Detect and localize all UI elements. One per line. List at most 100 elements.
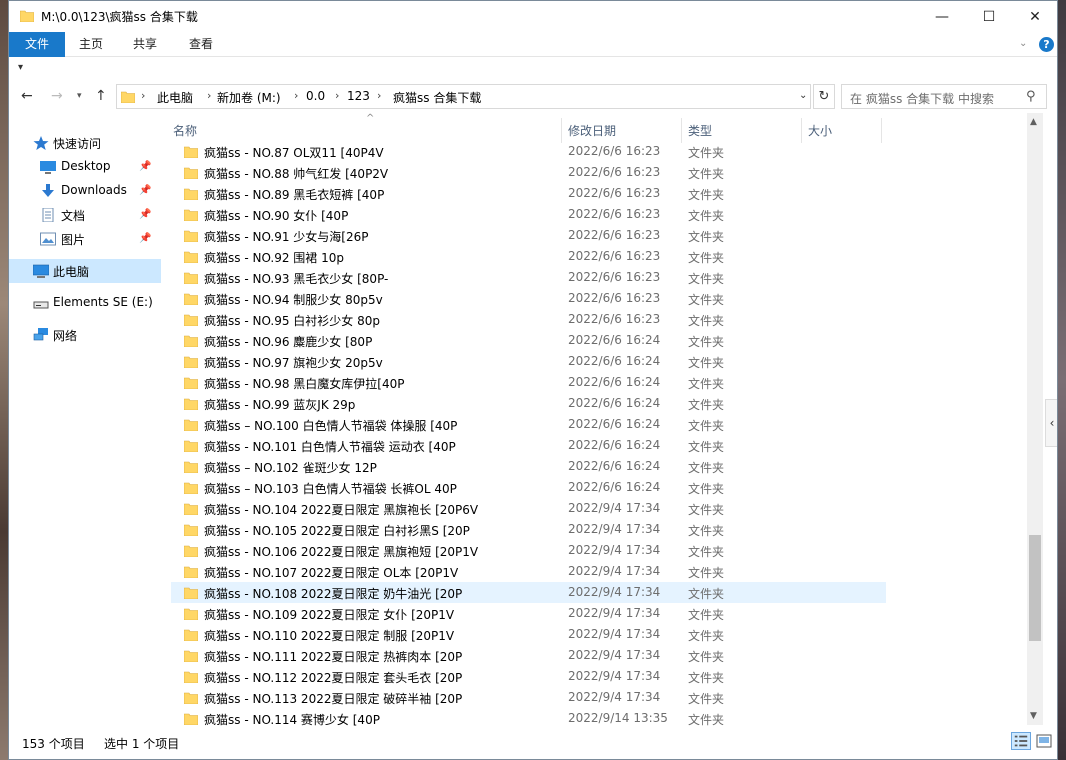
sidebar-item-desktop[interactable]: Desktop 📌 xyxy=(9,155,161,179)
folder-icon xyxy=(183,166,199,180)
table-row[interactable]: 疯猫ss - NO.90 女仆 [40P 2022/6/6 16:23 文件夹 xyxy=(171,204,886,225)
column-header-date[interactable]: 修改日期 xyxy=(568,122,616,139)
sidebar-item-quick-access[interactable]: 快速访问 xyxy=(9,131,161,155)
file-name: 疯猫ss - NO.92 围裙 10p xyxy=(204,251,344,265)
file-date: 2022/6/6 16:24 xyxy=(568,396,661,410)
document-icon xyxy=(42,208,54,222)
file-type: 文件夹 xyxy=(688,629,725,643)
table-row[interactable]: 疯猫ss - NO.114 赛博少女 [40P 2022/9/14 13:35 文件… xyxy=(171,708,886,729)
scroll-down-arrow-icon[interactable]: ▼ xyxy=(1030,711,1037,721)
column-divider[interactable] xyxy=(881,118,882,143)
breadcrumb-drive-m[interactable]: 新加卷 (M:) xyxy=(217,89,281,106)
minimize-button[interactable]: — xyxy=(919,1,965,32)
star-icon xyxy=(33,136,49,150)
file-name: 疯猫ss - NO.104 2022夏日限定 黑旗袍长 [20P6V xyxy=(204,503,479,517)
folder-icon xyxy=(183,460,199,474)
refresh-button[interactable]: ↻ xyxy=(813,84,835,109)
table-row[interactable]: 疯猫ss - NO.105 2022夏日限定 白衬衫黑S [20P 2022/9/… xyxy=(171,519,886,540)
breadcrumb-this-pc[interactable]: 此电脑 xyxy=(157,89,193,106)
sidebar-item-documents[interactable]: 文档 📌 xyxy=(9,203,161,227)
column-header-type[interactable]: 类型 xyxy=(688,122,712,139)
pin-icon[interactable]: 📌 xyxy=(139,209,151,220)
table-row[interactable]: 疯猫ss - NO.108 2022夏日限定 奶牛油光 [20P 2022/9/4… xyxy=(171,582,886,603)
breadcrumb-separator-icon[interactable]: › xyxy=(141,89,145,102)
breadcrumb-separator-icon[interactable]: › xyxy=(207,89,211,102)
tab-view[interactable]: 查看 xyxy=(173,32,229,57)
tab-file[interactable]: 文件 xyxy=(9,32,65,57)
up-arrow-icon[interactable]: ↑ xyxy=(95,88,107,104)
help-button[interactable]: ? xyxy=(1039,37,1054,52)
table-row[interactable]: 疯猫ss - NO.96 麋鹿少女 [80P 2022/6/6 16:24 文件夹 xyxy=(171,330,886,351)
sidebar-item-this-pc[interactable]: 此电脑 xyxy=(9,259,161,283)
column-header-name[interactable]: 名称 xyxy=(173,122,197,139)
breadcrumb-0-0[interactable]: 0.0 xyxy=(306,89,325,103)
pin-icon[interactable]: 📌 xyxy=(139,185,151,196)
maximize-button[interactable]: ☐ xyxy=(966,1,1012,32)
breadcrumb-123[interactable]: 123 xyxy=(347,89,370,103)
table-row[interactable]: 疯猫ss - NO.109 2022夏日限定 女仆 [20P1V 2022/9/4… xyxy=(171,603,886,624)
table-row[interactable]: 疯猫ss - NO.97 旗袍少女 20p5v 2022/6/6 16:24 文件夹 xyxy=(171,351,886,372)
sidebar-item-pictures[interactable]: 图片 📌 xyxy=(9,227,161,251)
file-name: 疯猫ss - NO.106 2022夏日限定 黑旗袍短 [20P1V xyxy=(204,545,479,559)
column-divider[interactable] xyxy=(801,118,802,143)
refresh-icon: ↻ xyxy=(818,89,830,104)
table-row[interactable]: 疯猫ss - NO.98 黑白魔女库伊拉[40P 2022/6/6 16:24 文件… xyxy=(171,372,886,393)
download-icon xyxy=(42,184,54,197)
forward-arrow-icon[interactable]: → xyxy=(51,88,63,104)
table-row[interactable]: 疯猫ss - NO.104 2022夏日限定 黑旗袍长 [20P6V 2022/9… xyxy=(171,498,886,519)
table-row[interactable]: 疯猫ss - NO.89 黑毛衣短裤 [40P 2022/6/6 16:23 文件夹 xyxy=(171,183,886,204)
customize-toolbar-chevron-icon[interactable]: ▾ xyxy=(18,62,23,73)
details-view-button[interactable] xyxy=(1011,732,1031,750)
search-input[interactable]: 在 疯猫ss 合集下载 中搜索 ⚲ xyxy=(841,84,1047,109)
column-divider[interactable] xyxy=(561,118,562,143)
table-row[interactable]: 疯猫ss - NO.88 帅气红发 [40P2V 2022/6/6 16:23 文件… xyxy=(171,162,886,183)
table-row[interactable]: 疯猫ss - NO.92 围裙 10p 2022/6/6 16:23 文件夹 xyxy=(171,246,886,267)
file-date: 2022/6/6 16:23 xyxy=(568,270,661,284)
file-type: 文件夹 xyxy=(688,692,725,706)
folder-icon xyxy=(183,439,199,453)
address-bar[interactable]: › 此电脑 › 新加卷 (M:) › 0.0 › 123 › 疯猫ss 合集下载… xyxy=(116,84,811,109)
table-row[interactable]: 疯猫ss - NO.106 2022夏日限定 黑旗袍短 [20P1V 2022/9… xyxy=(171,540,886,561)
breadcrumb-separator-icon[interactable]: › xyxy=(294,89,298,102)
table-row[interactable]: 疯猫ss - NO.101 白色情人节福袋 运动衣 [40P 2022/6/6 1… xyxy=(171,435,886,456)
close-button[interactable]: ✕ xyxy=(1012,1,1057,32)
address-history-chevron-icon[interactable]: ⌄ xyxy=(799,90,807,101)
tab-home[interactable]: 主页 xyxy=(65,32,117,57)
breadcrumb-current-folder[interactable]: 疯猫ss 合集下载 xyxy=(393,89,481,106)
file-name: 疯猫ss - NO.93 黑毛衣少女 [80P- xyxy=(204,272,389,286)
table-row[interactable]: 疯猫ss - NO.93 黑毛衣少女 [80P- 2022/6/6 16:23 文件… xyxy=(171,267,886,288)
large-icons-view-button[interactable] xyxy=(1035,732,1053,750)
column-divider[interactable] xyxy=(681,118,682,143)
scrollbar-thumb[interactable] xyxy=(1029,535,1041,642)
table-row[interactable]: 疯猫ss - NO.112 2022夏日限定 套头毛衣 [20P 2022/9/4… xyxy=(171,666,886,687)
table-row[interactable]: 疯猫ss - NO.94 制服少女 80p5v 2022/6/6 16:23 文件夹 xyxy=(171,288,886,309)
table-row[interactable]: 疯猫ss – NO.102 雀斑少女 12P 2022/6/6 16:24 文件夹 xyxy=(171,456,886,477)
sidebar-item-network[interactable]: 网络 xyxy=(9,323,161,347)
vertical-scrollbar[interactable]: ▲ ▼ xyxy=(1027,113,1043,725)
pin-icon[interactable]: 📌 xyxy=(139,161,151,172)
file-name: 疯猫ss - NO.114 赛博少女 [40P xyxy=(204,713,380,727)
table-row[interactable]: 疯猫ss – NO.103 白色情人节福袋 长裤OL 40P 2022/6/6 1… xyxy=(171,477,886,498)
breadcrumb-separator-icon[interactable]: › xyxy=(377,89,381,102)
scroll-up-arrow-icon[interactable]: ▲ xyxy=(1030,117,1037,127)
column-header-size[interactable]: 大小 xyxy=(808,122,832,139)
table-row[interactable]: 疯猫ss - NO.113 2022夏日限定 破碎半袖 [20P 2022/9/4… xyxy=(171,687,886,708)
sidebar-item-elements-se[interactable]: Elements SE (E:) xyxy=(9,291,161,315)
preview-pane-toggle[interactable]: ‹ xyxy=(1045,399,1057,447)
table-row[interactable]: 疯猫ss - NO.99 蓝灰JK 29p 2022/6/6 16:24 文件夹 xyxy=(171,393,886,414)
table-row[interactable]: 疯猫ss - NO.95 白衬衫少女 80p 2022/6/6 16:23 文件夹 xyxy=(171,309,886,330)
pin-icon[interactable]: 📌 xyxy=(139,233,151,244)
expand-ribbon-chevron-icon[interactable]: ⌄ xyxy=(1019,38,1027,49)
table-row[interactable]: 疯猫ss - NO.110 2022夏日限定 制服 [20P1V 2022/9/4… xyxy=(171,624,886,645)
file-name: 疯猫ss - NO.96 麋鹿少女 [80P xyxy=(204,335,373,349)
tab-share[interactable]: 共享 xyxy=(117,32,173,57)
table-row[interactable]: 疯猫ss - NO.87 OL双11 [40P4V 2022/6/6 16:23 文… xyxy=(171,141,886,162)
back-arrow-icon[interactable]: ← xyxy=(21,88,33,104)
breadcrumb-separator-icon[interactable]: › xyxy=(335,89,339,102)
table-row[interactable]: 疯猫ss – NO.100 白色情人节福袋 体操服 [40P 2022/6/6 1… xyxy=(171,414,886,435)
table-row[interactable]: 疯猫ss - NO.91 少女与海[26P 2022/6/6 16:23 文件夹 xyxy=(171,225,886,246)
recent-locations-chevron-icon[interactable]: ▾ xyxy=(77,91,82,101)
table-row[interactable]: 疯猫ss - NO.111 2022夏日限定 热裤肉本 [20P 2022/9/4… xyxy=(171,645,886,666)
sidebar-item-downloads[interactable]: Downloads 📌 xyxy=(9,179,161,203)
table-row[interactable]: 疯猫ss - NO.107 2022夏日限定 OL本 [20P1V 2022/9/… xyxy=(171,561,886,582)
